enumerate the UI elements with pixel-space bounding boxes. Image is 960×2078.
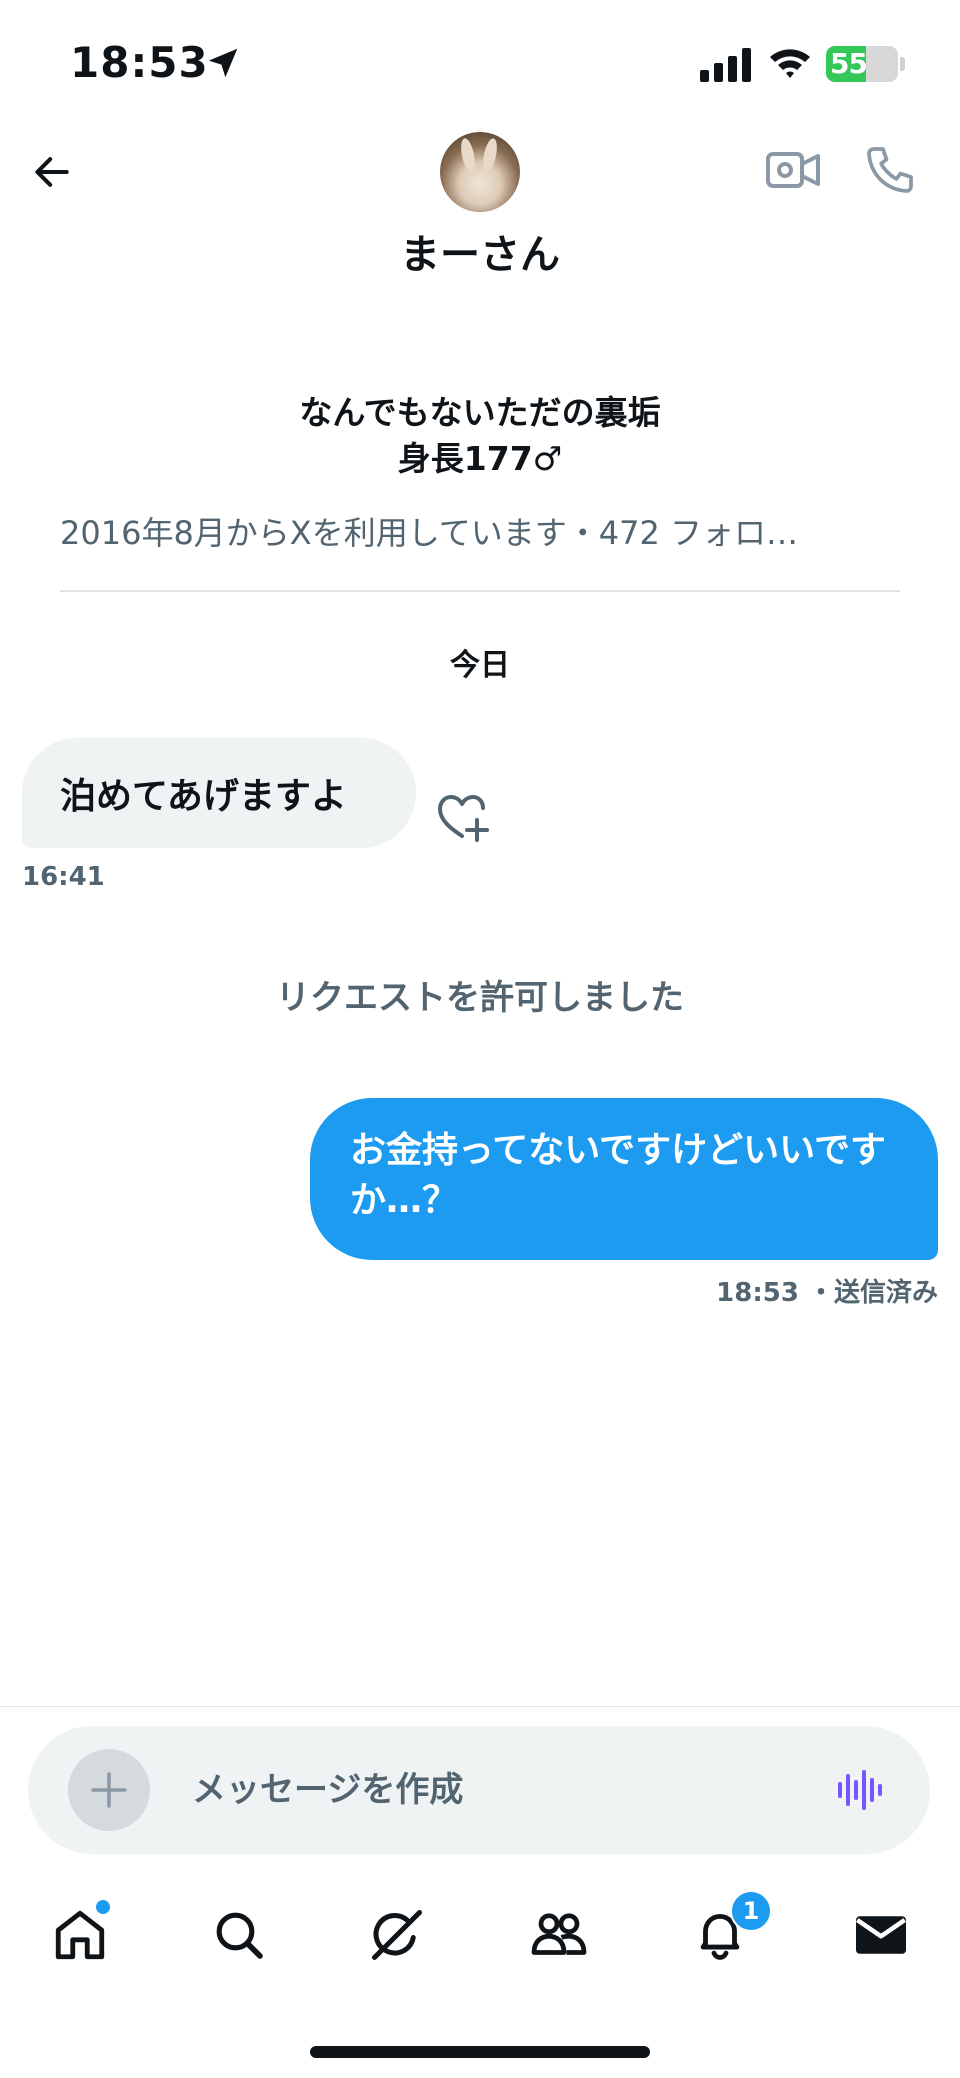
- message-timestamp: 16:41: [22, 862, 105, 892]
- system-message: リクエストを許可しました: [276, 978, 684, 1018]
- cellular-signal-icon: [700, 48, 751, 82]
- status-time: 18:53: [70, 38, 209, 87]
- grok-icon: [372, 1910, 422, 1960]
- notification-badge: 1: [730, 1890, 772, 1932]
- contact-avatar[interactable]: [440, 132, 520, 212]
- outgoing-message-bubble[interactable]: お金持ってないですけどいいですか…？: [310, 1098, 938, 1260]
- profile-meta[interactable]: 2016年8月からXを利用しています・472 フォロ…: [60, 508, 900, 554]
- home-unread-dot: [94, 1898, 112, 1916]
- message-timestamp-sent: 18:53 ・送信済み: [716, 1278, 938, 1308]
- heart-plus-icon: [438, 795, 489, 842]
- wifi-icon: [770, 49, 810, 78]
- video-camera-icon: [766, 152, 820, 188]
- tab-messages[interactable]: [846, 1900, 916, 1970]
- message-text: お金持ってないですけどいいですか…？: [350, 1130, 887, 1221]
- incoming-message-bubble[interactable]: 泊めてあげますよ: [22, 738, 416, 848]
- profile-bio-line-2: 身長177♂: [397, 439, 563, 478]
- attach-button[interactable]: [68, 1749, 150, 1831]
- voice-call-button[interactable]: [862, 142, 918, 198]
- contact-name[interactable]: まーさん: [0, 222, 960, 280]
- home-indicator: [310, 2046, 650, 2058]
- voice-message-button[interactable]: [834, 1764, 886, 1816]
- tab-communities[interactable]: [524, 1900, 594, 1970]
- battery-percent: 55: [830, 47, 868, 80]
- back-button[interactable]: [22, 142, 82, 202]
- arrow-left-icon: [35, 157, 69, 187]
- mail-icon: [855, 1916, 907, 1954]
- react-button[interactable]: [436, 792, 492, 846]
- message-input[interactable]: [192, 1760, 792, 1820]
- communities-icon: [531, 1913, 587, 1955]
- battery-cap: [900, 57, 905, 71]
- battery-icon: 55: [826, 46, 898, 82]
- date-separator: 今日: [450, 648, 510, 683]
- tab-grok[interactable]: [362, 1900, 432, 1970]
- divider: [60, 590, 900, 592]
- search-icon: [216, 1912, 263, 1959]
- phone-icon: [867, 147, 913, 193]
- profile-bio-line-1: なんでもないただの裏垢: [299, 393, 661, 432]
- composer-divider: [0, 1706, 960, 1707]
- plus-icon: [91, 1772, 127, 1808]
- video-call-button[interactable]: [764, 144, 822, 196]
- location-arrow-icon: [208, 48, 238, 78]
- message-text: 泊めてあげますよ: [60, 776, 347, 817]
- audio-waveform-icon: [838, 1770, 882, 1810]
- tab-search[interactable]: [204, 1900, 274, 1970]
